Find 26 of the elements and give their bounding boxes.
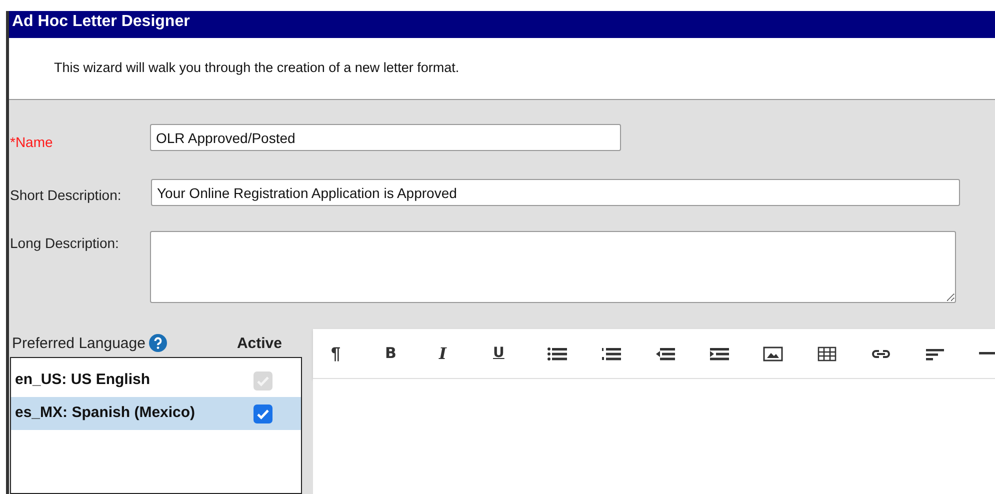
horizontal-rule-icon (979, 352, 995, 355)
help-icon[interactable] (149, 334, 168, 352)
long-description-field[interactable] (150, 231, 956, 303)
field-label: Long Description: (10, 234, 120, 253)
underline-button[interactable]: U (493, 343, 547, 364)
column-header: Active (236, 334, 282, 354)
column-header: Preferred Language (12, 334, 146, 354)
text-field[interactable]: OLR Approved/Posted (150, 124, 621, 151)
paragraph-button[interactable]: ¶ (331, 340, 385, 366)
language-name: es_MX: Spanish (Mexico) (15, 403, 196, 424)
table-icon (817, 346, 837, 362)
field-label: *Name (10, 133, 54, 152)
language-row[interactable]: es_MX: Spanish (Mexico) (11, 397, 301, 430)
intro-text: This wizard will walk you through the creation of a new letter format. (54, 59, 460, 78)
language-name: en_US: US English (15, 370, 150, 390)
window-title: Ad Hoc Letter Designer (9, 11, 995, 38)
image-icon (763, 346, 783, 362)
italic-button[interactable]: I (439, 342, 493, 366)
checkbox[interactable] (253, 404, 273, 424)
outdent-icon (655, 346, 675, 362)
text-field[interactable]: Your Online Registration Application is Approved (151, 179, 960, 206)
numbered-list-icon (601, 346, 621, 362)
field-label: Short Description: (10, 186, 122, 205)
bullet-list-icon (547, 346, 567, 362)
indent-icon (709, 346, 729, 362)
bold-button[interactable]: B (385, 342, 439, 365)
